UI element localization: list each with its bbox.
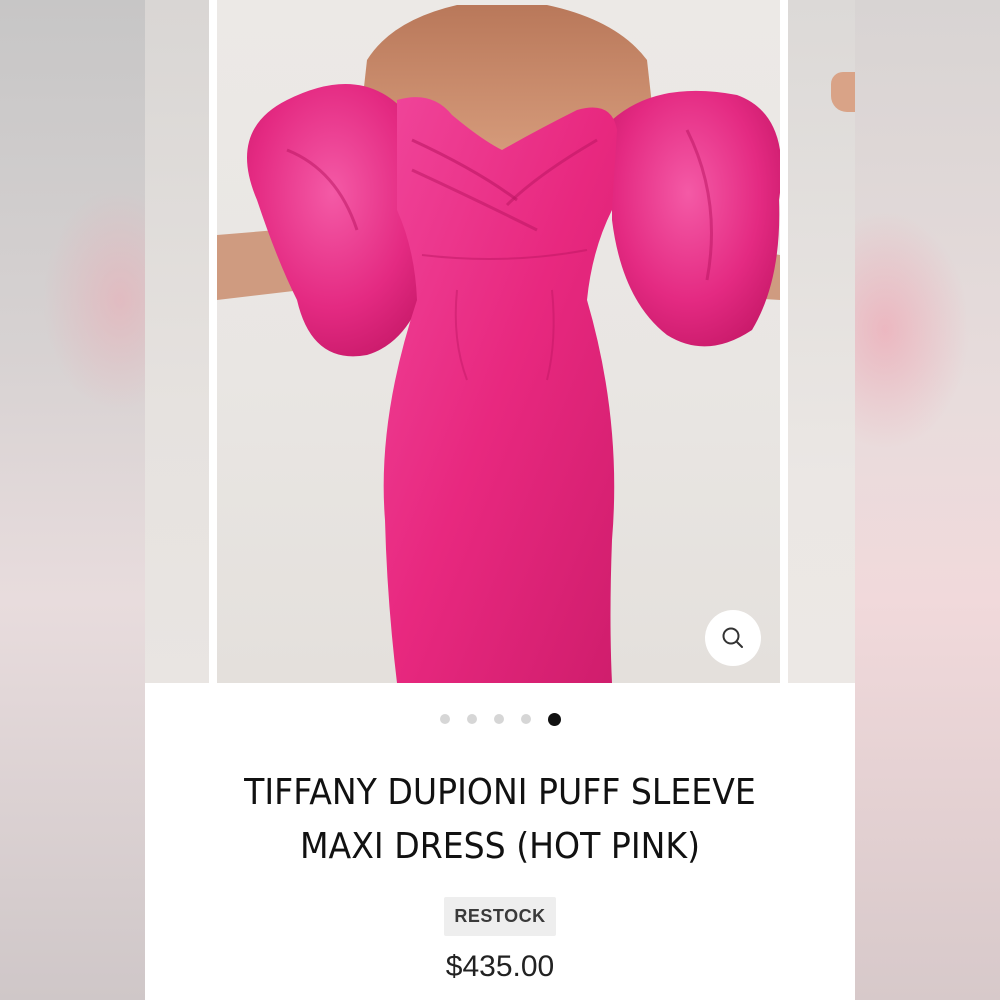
carousel-dot-4[interactable] (520, 714, 531, 724)
zoom-button[interactable] (705, 610, 761, 666)
next-image-hand (831, 72, 855, 112)
carousel-dot-5-active[interactable] (547, 713, 561, 726)
carousel-pagination (0, 713, 1000, 726)
product-title-line2: MAXI DRESS (HOT PINK) (299, 826, 701, 867)
product-main-image[interactable] (217, 0, 780, 683)
product-image-carousel[interactable] (145, 0, 855, 683)
previous-image-peek[interactable] (145, 0, 209, 683)
product-title: TIFFANY DUPIONI PUFF SLEEVE MAXI DRESS (… (40, 766, 960, 874)
carousel-dot-2[interactable] (466, 714, 477, 724)
badge-container: RESTOCK (0, 897, 1000, 936)
screenshot-frame: TIFFANY DUPIONI PUFF SLEEVE MAXI DRESS (… (0, 0, 1000, 1000)
carousel-dot-3[interactable] (493, 714, 504, 724)
product-title-line1: TIFFANY DUPIONI PUFF SLEEVE (244, 772, 756, 813)
carousel-dot-1[interactable] (439, 714, 450, 724)
magnifier-icon (722, 627, 743, 648)
restock-badge: RESTOCK (444, 897, 556, 936)
product-price: $435.00 (445, 950, 555, 983)
dress-photo-illustration (217, 5, 780, 683)
